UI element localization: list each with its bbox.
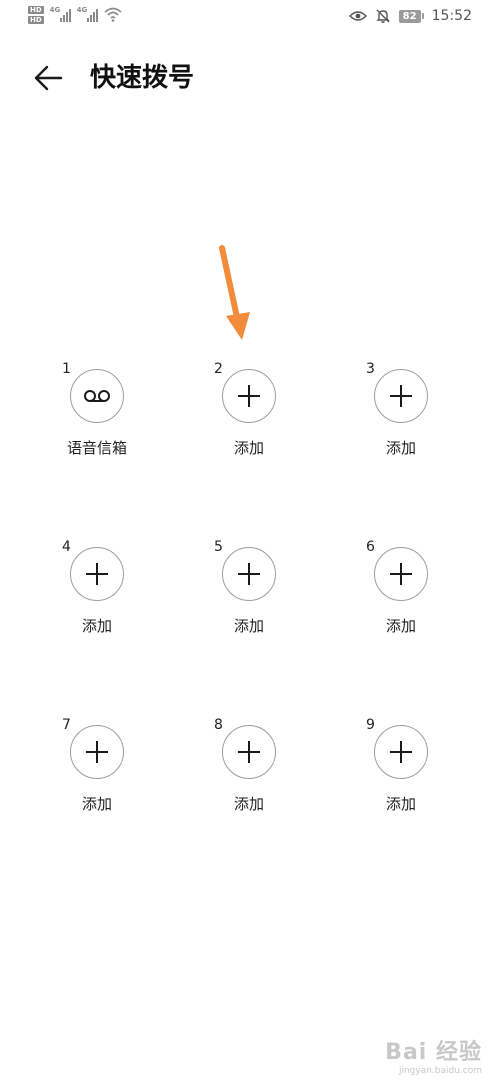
voicemail-icon	[84, 390, 110, 402]
plus-icon	[86, 563, 108, 585]
speed-dial-slot-9: 9 添加	[364, 711, 484, 831]
wifi-icon	[104, 7, 122, 22]
slot-number: 9	[366, 717, 375, 733]
speed-dial-slot-3: 3 添加	[364, 355, 484, 475]
slot-number: 1	[62, 361, 71, 377]
watermark-logo: Bai 经验	[385, 1040, 482, 1065]
slot-label: 添加	[81, 795, 112, 813]
add-contact-button[interactable]	[222, 369, 276, 423]
add-contact-button[interactable]	[70, 547, 124, 601]
net-label-2: 4G	[76, 6, 88, 14]
net-label: 4G	[49, 6, 61, 14]
voicemail-button[interactable]	[70, 369, 124, 423]
slot-number: 3	[366, 361, 375, 377]
slot-label: 添加	[233, 795, 264, 813]
add-contact-button[interactable]	[374, 369, 428, 423]
watermark: Bai 经验 jingyan.baidu.com	[385, 1034, 482, 1076]
status-bar: HD HD 4G 4G 82 15:52	[0, 0, 500, 36]
add-contact-button[interactable]	[70, 725, 124, 779]
slot-label: 添加	[385, 795, 416, 813]
arrow-left-icon	[34, 65, 63, 91]
back-button[interactable]	[30, 62, 66, 94]
plus-icon	[238, 385, 260, 407]
add-contact-button[interactable]	[374, 547, 428, 601]
status-left: HD HD 4G 4G	[28, 6, 122, 24]
speed-dial-slot-1: 1 语音信箱	[60, 355, 180, 475]
header: 快速拨号	[0, 52, 500, 104]
plus-icon	[390, 563, 412, 585]
slot-label: 添加	[385, 617, 416, 635]
speed-dial-slot-5: 5 添加	[212, 533, 332, 653]
plus-icon	[86, 741, 108, 763]
plus-icon	[390, 385, 412, 407]
add-contact-button[interactable]	[222, 725, 276, 779]
speed-dial-slot-6: 6 添加	[364, 533, 484, 653]
battery-icon: 82	[398, 9, 424, 23]
add-contact-button[interactable]	[222, 547, 276, 601]
slot-number: 6	[366, 539, 375, 555]
status-right: 82 15:52	[348, 8, 472, 24]
slot-number: 8	[214, 717, 223, 733]
speed-dial-slot-7: 7 添加	[60, 711, 180, 831]
speed-dial-slot-4: 4 添加	[60, 533, 180, 653]
slot-label: 添加	[81, 617, 112, 635]
bell-off-icon	[375, 9, 390, 23]
watermark-url: jingyan.baidu.com	[398, 1066, 482, 1076]
slot-number: 5	[214, 539, 223, 555]
slot-label: 添加	[233, 439, 264, 457]
speed-dial-slot-2: 2 添加	[212, 355, 332, 475]
slot-label: 添加	[385, 439, 416, 457]
plus-icon	[238, 741, 260, 763]
hd-icon: HD HD	[28, 6, 44, 24]
slot-number: 7	[62, 717, 71, 733]
hd-badge-1: HD	[28, 6, 44, 14]
add-contact-button[interactable]	[374, 725, 428, 779]
plus-icon	[238, 563, 260, 585]
status-time: 15:52	[431, 8, 472, 24]
slot-number: 4	[62, 539, 71, 555]
battery-level: 82	[398, 9, 421, 23]
page-title: 快速拨号	[90, 63, 195, 93]
slot-label: 语音信箱	[66, 439, 127, 457]
signal-icon: 4G	[50, 6, 71, 22]
eye-icon	[348, 11, 367, 21]
slot-label: 添加	[233, 617, 264, 635]
slot-number: 2	[214, 361, 223, 377]
signal-icon-2: 4G	[77, 6, 98, 22]
plus-icon	[390, 741, 412, 763]
annotation-arrow-icon	[219, 245, 250, 340]
hd-badge-2: HD	[28, 16, 44, 24]
speed-dial-slot-8: 8 添加	[212, 711, 332, 831]
